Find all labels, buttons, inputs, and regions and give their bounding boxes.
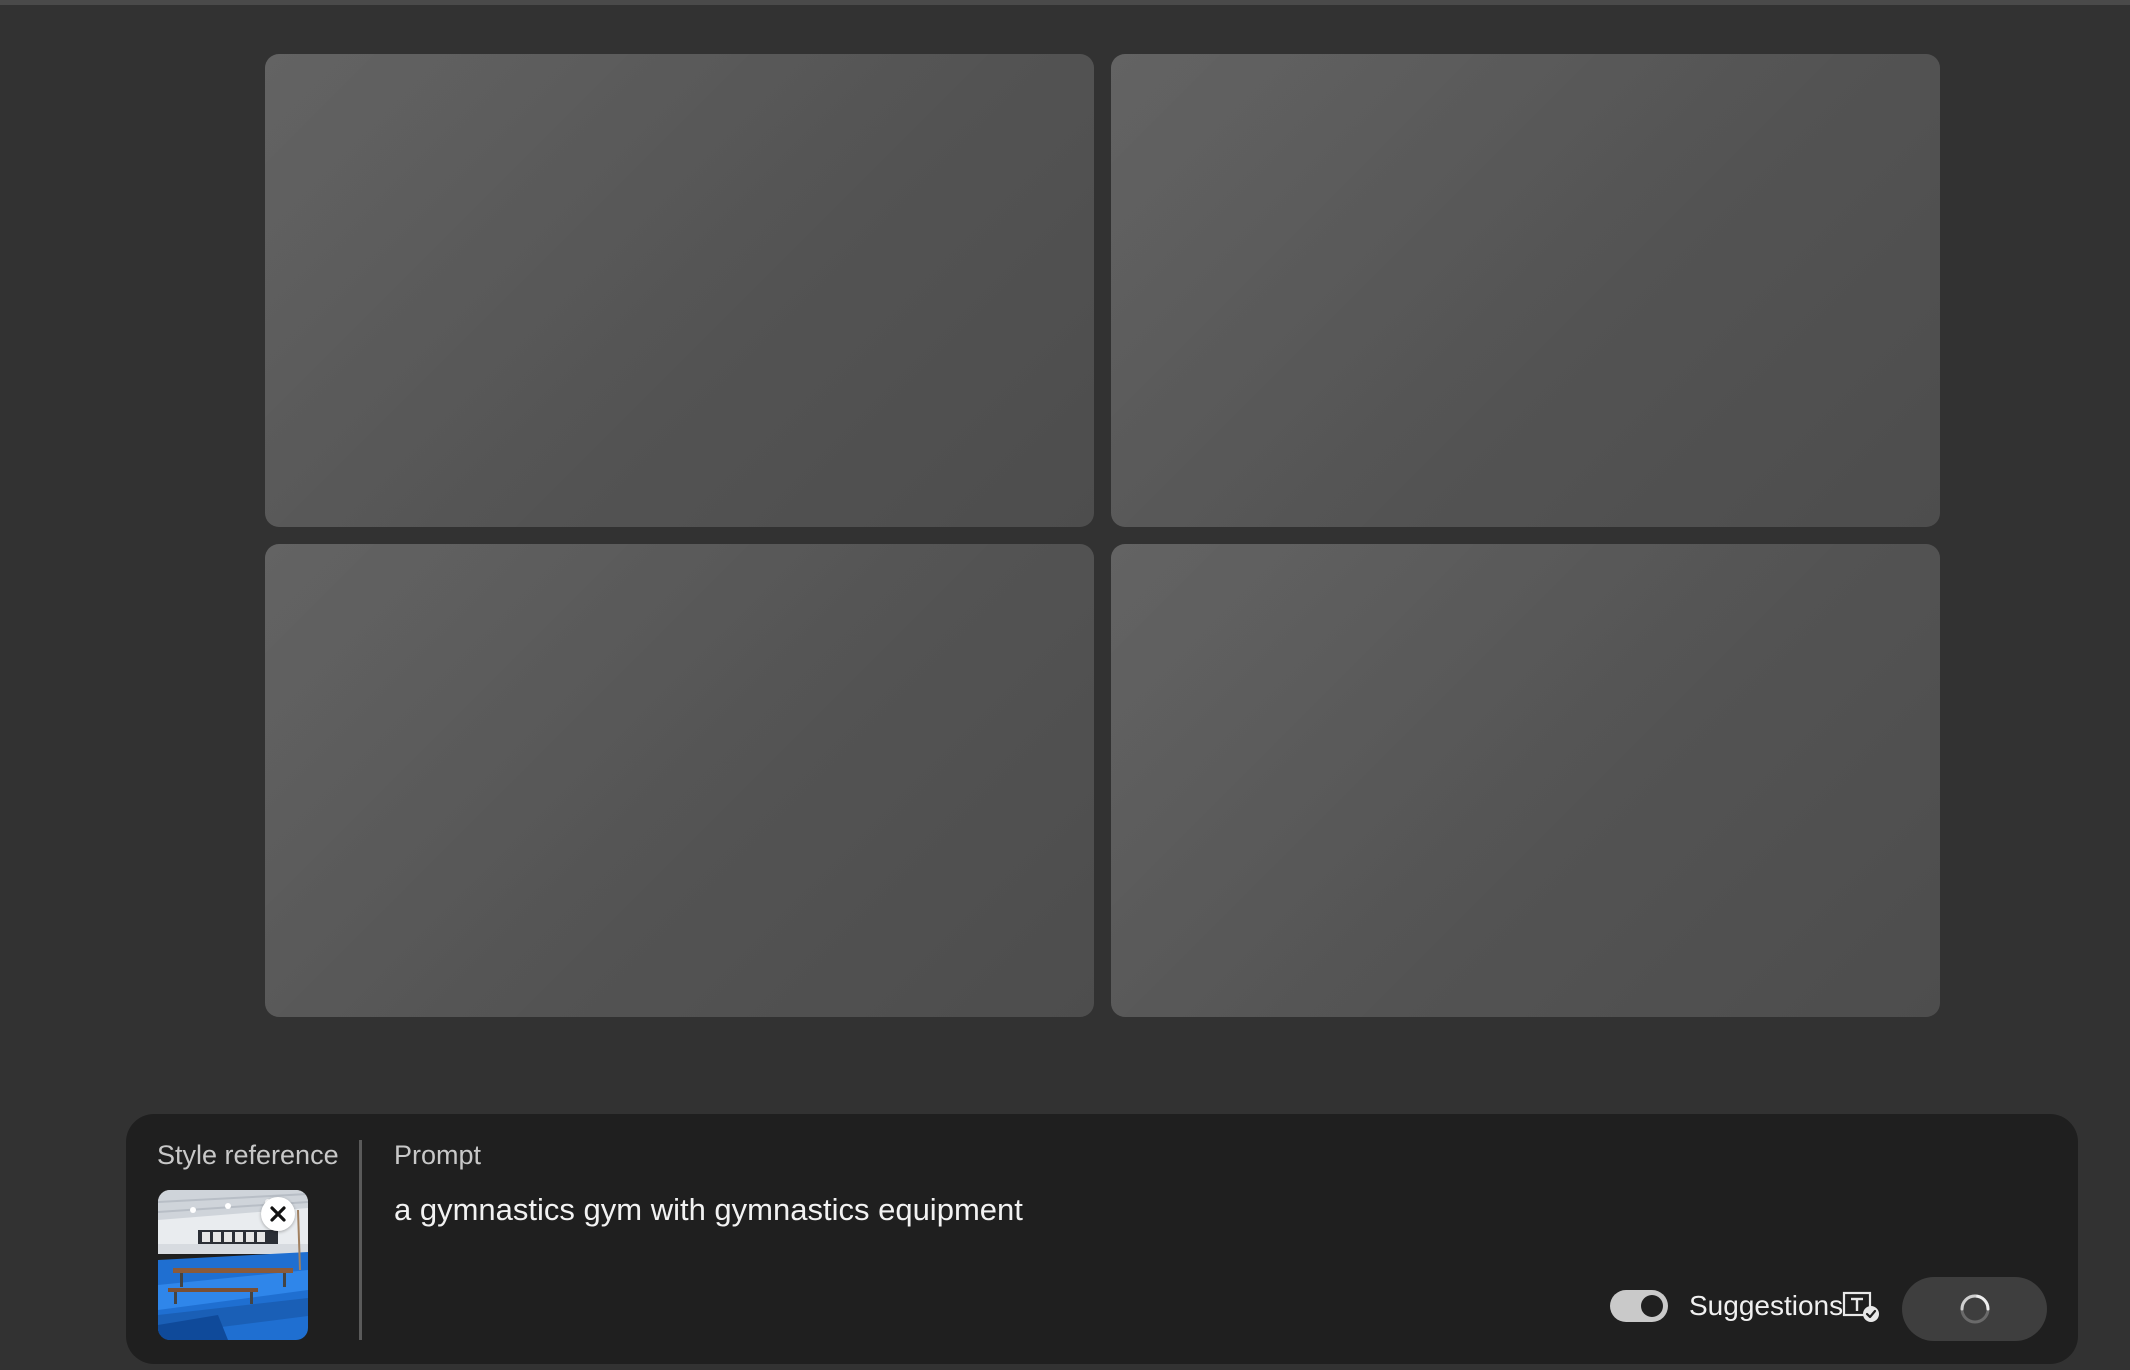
- suggestions-settings-button[interactable]: [1842, 1290, 1882, 1324]
- prompt-input[interactable]: a gymnastics gym with gymnastics equipme…: [394, 1192, 1023, 1228]
- prompt-label: Prompt: [394, 1140, 482, 1170]
- remove-style-reference-button[interactable]: [261, 1197, 295, 1231]
- results-grid: [265, 54, 1940, 1018]
- result-tile-1[interactable]: [265, 54, 1094, 527]
- result-tile-2[interactable]: [1111, 54, 1940, 527]
- loading-spinner-icon: [1960, 1294, 1989, 1324]
- result-tile-4[interactable]: [1111, 544, 1940, 1017]
- text-check-icon: [1842, 1291, 1879, 1322]
- result-tile-3[interactable]: [265, 544, 1094, 1017]
- close-icon: [270, 1206, 286, 1222]
- window-top-border: [0, 0, 2130, 5]
- suggestions-label: Suggestions: [1689, 1290, 1844, 1321]
- generate-button[interactable]: [1902, 1277, 2047, 1341]
- suggestions-toggle[interactable]: [1610, 1290, 1668, 1322]
- prompt-panel: Style reference Prompt a gymnastics gym …: [126, 1114, 2078, 1364]
- style-reference-label: Style reference: [157, 1140, 339, 1170]
- toggle-knob: [1641, 1295, 1663, 1317]
- panel-divider: [359, 1140, 362, 1340]
